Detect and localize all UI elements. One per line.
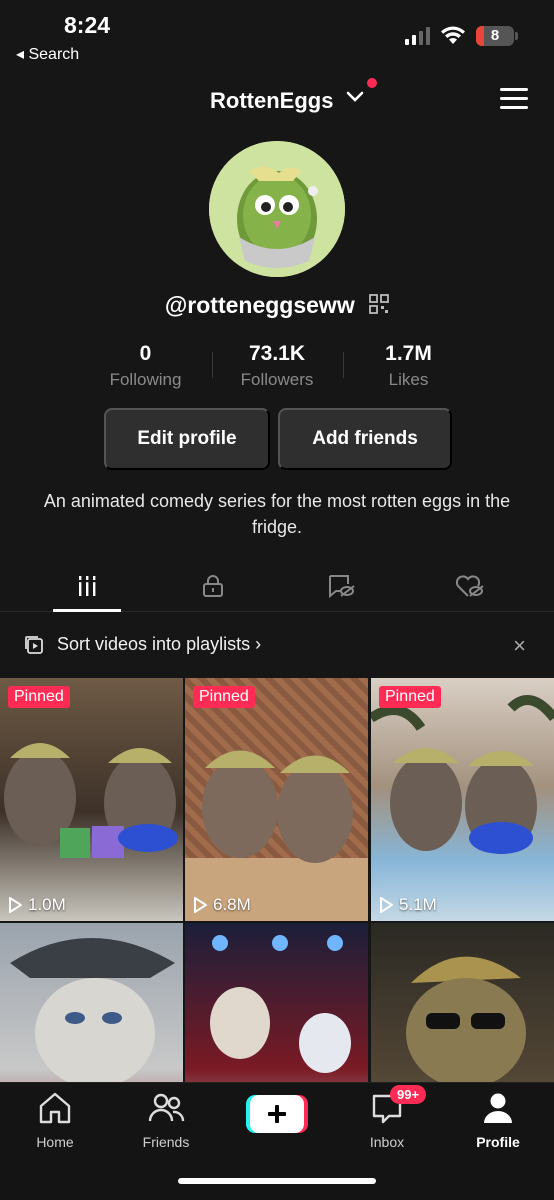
close-icon[interactable]: × <box>513 633 526 659</box>
nav-home-label: Home <box>36 1134 74 1150</box>
videos-icon <box>76 576 98 596</box>
pinned-badge: Pinned <box>193 686 255 708</box>
view-count-value: 6.8M <box>213 895 251 914</box>
play-icon <box>380 897 393 913</box>
tab-liked[interactable] <box>434 562 504 610</box>
video-thumbnail-image <box>371 695 554 854</box>
playlist-banner-label: Sort videos into playlists › <box>57 634 262 654</box>
view-count-value: 1.0M <box>28 895 66 914</box>
view-count: 1.0M <box>8 895 66 915</box>
friends-icon <box>148 1093 185 1122</box>
stat-label: Likes <box>388 370 429 389</box>
video-thumbnail[interactable]: Pinned 6.8M <box>185 678 368 921</box>
view-count: 5.1M <box>379 895 437 915</box>
stat-value: 73.1K <box>248 342 306 365</box>
lock-icon <box>203 575 223 597</box>
notification-dot <box>367 78 377 88</box>
tab-private[interactable] <box>178 562 248 610</box>
add-friends-button[interactable]: Add friends <box>278 408 452 470</box>
video-thumbnail-image <box>406 956 526 1088</box>
signal-icon <box>405 27 430 45</box>
nav-profile[interactable]: Profile <box>453 1091 543 1150</box>
qr-code-icon[interactable] <box>369 293 390 320</box>
battery-level: 8 <box>490 27 500 44</box>
home-icon <box>39 1092 71 1124</box>
tab-videos[interactable] <box>52 562 122 610</box>
plus-icon <box>246 1095 308 1133</box>
stat-value: 1.7M <box>385 342 432 365</box>
wifi-icon <box>441 26 465 44</box>
view-count-value: 5.1M <box>399 895 437 914</box>
menu-icon[interactable] <box>500 88 528 110</box>
profile-bio: An animated comedy series for the most r… <box>43 491 511 537</box>
status-time: 8:24 <box>64 12 111 38</box>
tab-reposts[interactable] <box>306 562 376 610</box>
video-thumbnail-image <box>210 935 351 1073</box>
avatar[interactable] <box>209 141 345 277</box>
handle-row: @rotteneggseww <box>0 292 554 320</box>
stat-label: Followers <box>240 370 314 389</box>
inbox-badge: 99+ <box>390 1085 427 1104</box>
profile-stats: 0 Following 73.1K Followers 1.7M Likes <box>80 342 474 390</box>
chevron-down-icon[interactable] <box>346 90 364 108</box>
repost-icon <box>329 575 355 598</box>
edit-profile-button[interactable]: Edit profile <box>104 408 270 470</box>
playlist-icon <box>25 636 43 654</box>
nav-home[interactable]: Home <box>10 1091 100 1150</box>
pinned-badge: Pinned <box>8 686 70 708</box>
nav-friends[interactable]: Friends <box>121 1091 211 1150</box>
back-to-search-link[interactable]: ◂ Search <box>16 44 79 64</box>
nav-inbox[interactable]: 99+ Inbox <box>342 1085 432 1150</box>
pinned-badge: Pinned <box>379 686 441 708</box>
play-icon <box>9 897 22 913</box>
active-tab-indicator <box>53 609 121 612</box>
profile-handle: @rotteneggseww <box>164 292 355 318</box>
video-thumbnail-image <box>185 750 368 921</box>
video-thumbnail-image <box>10 938 175 1088</box>
nav-profile-label: Profile <box>476 1134 520 1150</box>
view-count: 6.8M <box>193 895 251 915</box>
liked-icon <box>455 575 484 597</box>
profile-screen: 8:24 ◂ Search 8 RottenEggs @rotteneggsew… <box>0 0 554 1200</box>
nav-friends-label: Friends <box>142 1134 190 1150</box>
content-tabs <box>0 562 554 612</box>
profile-icon <box>484 1093 512 1123</box>
account-switcher[interactable]: RottenEggs <box>210 88 333 114</box>
home-indicator <box>178 1178 376 1184</box>
stat-likes[interactable]: 1.7M Likes <box>343 342 474 390</box>
video-thumbnail[interactable]: Pinned 5.1M <box>371 678 554 921</box>
stat-following[interactable]: 0 Following <box>80 342 211 390</box>
playlist-banner[interactable]: Sort videos into playlists › × <box>0 620 554 672</box>
stat-value: 0 <box>139 342 152 365</box>
profile-actions: Edit profile Add friends <box>104 408 452 470</box>
battery-icon: 8 <box>476 26 518 46</box>
play-icon <box>194 897 207 913</box>
video-thumbnail-image <box>4 743 178 858</box>
profile-header: RottenEggs <box>0 76 554 126</box>
create-button[interactable] <box>246 1095 308 1133</box>
stat-label: Following <box>109 370 182 389</box>
nav-inbox-label: Inbox <box>369 1134 405 1150</box>
status-bar: 8:24 ◂ Search 8 <box>0 0 554 70</box>
stat-followers[interactable]: 73.1K Followers <box>211 342 343 390</box>
status-icons: 8 <box>405 26 518 46</box>
video-thumbnail[interactable]: Pinned 1.0M <box>0 678 183 921</box>
